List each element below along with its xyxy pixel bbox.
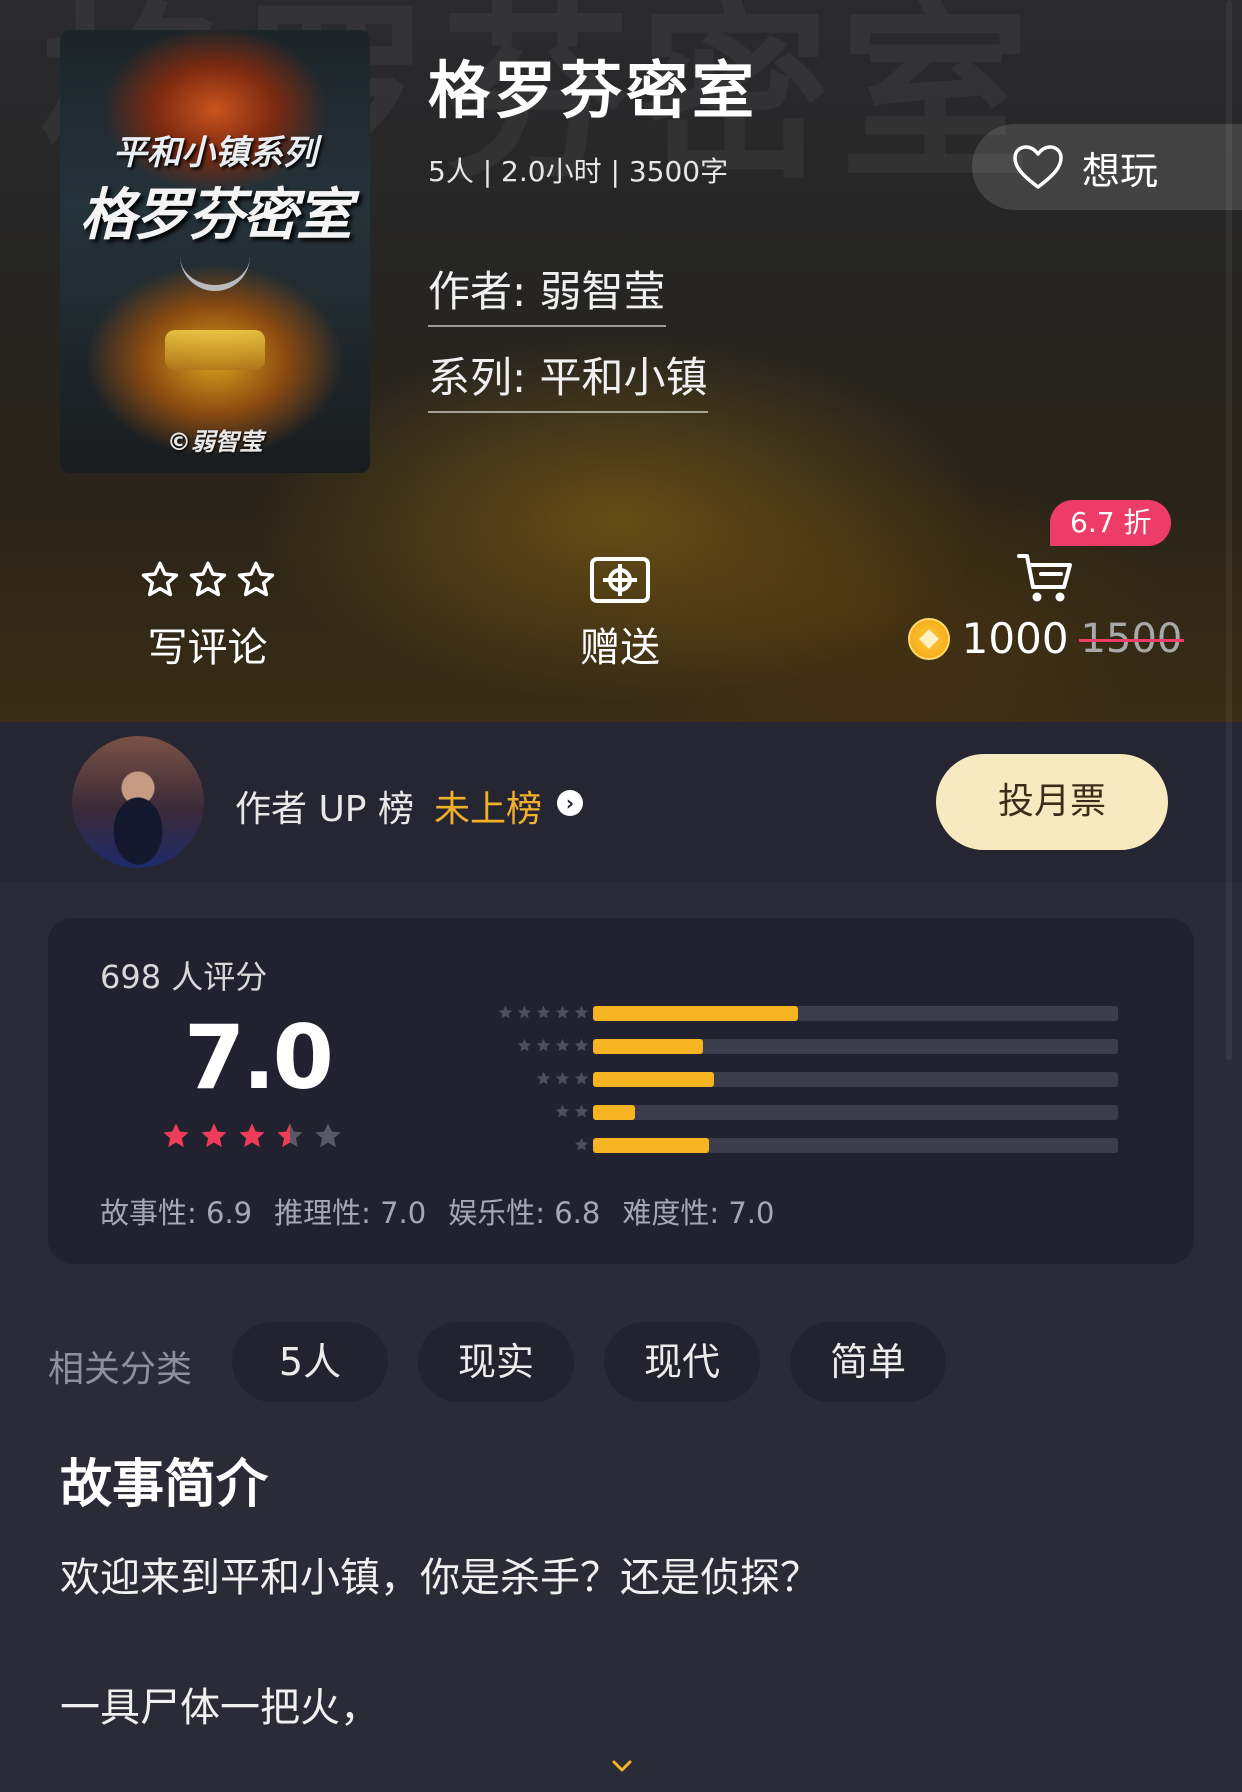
cover-emblem (180, 255, 250, 291)
rating-distribution-row (418, 1070, 1118, 1088)
gift-label: 赠送 (580, 625, 660, 671)
author-rank-status[interactable]: 未上榜 (434, 780, 542, 832)
game-meta: 5人 | 2.0小时 | 3500字 (428, 155, 729, 188)
scrollbar[interactable] (1226, 0, 1232, 1060)
distribution-bar-fill (593, 1138, 709, 1153)
story-text-line: 一具尸体一把火， (60, 1685, 380, 1731)
distribution-bar-fill (593, 1039, 704, 1054)
distribution-bar (593, 1039, 1118, 1054)
distribution-stars-icon (535, 1070, 590, 1087)
chevron-right-icon[interactable]: › (557, 790, 583, 816)
series-link[interactable]: 系列: 平和小镇 (428, 344, 708, 413)
distribution-stars-icon (516, 1037, 590, 1054)
gift-ticket-icon (590, 557, 650, 603)
rating-distribution-row (418, 1103, 1118, 1121)
rating-dimensions: 故事性: 6.9 推理性: 7.0 娱乐性: 6.8 难度性: 7.0 (100, 1190, 774, 1232)
distribution-bar-fill (593, 1006, 798, 1021)
author-avatar[interactable] (72, 736, 204, 868)
vote-monthly-ticket-button[interactable]: 投月票 (936, 754, 1168, 850)
rating-dimension: 故事性: 6.9 (100, 1196, 253, 1230)
want-to-play-label: 想玩 (1082, 148, 1159, 193)
original-price: 1500 (1078, 615, 1185, 662)
tag-chip[interactable]: 现代 (604, 1322, 760, 1402)
rating-distribution-row (418, 1004, 1118, 1022)
distribution-stars-icon (497, 1004, 590, 1021)
rating-distribution-row (418, 1136, 1118, 1154)
current-price: 1000 (961, 614, 1069, 663)
tag-chip[interactable]: 5人 (232, 1322, 388, 1402)
rating-dimension: 娱乐性: 6.8 (448, 1196, 601, 1230)
rating-dimension: 推理性: 7.0 (274, 1196, 427, 1230)
story-text-line: 欢迎来到平和小镇，你是杀手？还是侦探？ (60, 1555, 820, 1601)
rating-dimension: 难度性: 7.0 (622, 1196, 775, 1230)
game-title: 格罗芬密室 (428, 54, 759, 127)
rating-distribution-row (418, 1037, 1118, 1055)
rating-star-icon (201, 1123, 227, 1148)
distribution-bar (593, 1105, 1118, 1120)
cover-series-text: 平和小镇系列 (113, 133, 317, 173)
distribution-bar (593, 1072, 1118, 1087)
discount-badge: 6.7 折 (1050, 500, 1172, 546)
coin-icon (907, 617, 950, 660)
gift-button[interactable]: 赠送 (530, 555, 710, 673)
cart-icon (1017, 554, 1072, 602)
price-row: 1000 1500 (880, 614, 1210, 663)
cover-title-text: 格罗芬密室 (80, 182, 352, 248)
author-rank-label: 作者 UP 榜 (235, 789, 414, 830)
rating-card: 698 人评分 7.0 故事性: 6.9 推理性: 7.0 娱乐性: 6.8 难度性:… (48, 918, 1194, 1264)
cover-author-text: ©弱智莹 (167, 428, 263, 456)
rating-score: 7.0 (184, 1006, 334, 1109)
distribution-bar (593, 1138, 1118, 1153)
author-rank-bar: 作者 UP 榜 未上榜 › 投月票 (0, 722, 1242, 882)
write-review-label: 写评论 (147, 625, 268, 671)
chevron-down-icon[interactable] (610, 1754, 634, 1778)
game-cover[interactable]: 平和小镇系列 格罗芬密室 ©弱智莹 (60, 30, 370, 473)
distribution-bar (593, 1006, 1118, 1021)
want-to-play-button[interactable]: 想玩 (972, 124, 1242, 210)
rating-count: 698 人评分 (100, 958, 268, 996)
distribution-stars-icon (554, 1103, 590, 1120)
tag-chip[interactable]: 现实 (418, 1322, 574, 1402)
star-outline-icon (120, 555, 295, 605)
heart-icon (1013, 145, 1063, 189)
rating-star-icon (239, 1123, 265, 1148)
distribution-bar-fill (593, 1105, 635, 1120)
buy-button[interactable]: 1000 1500 (880, 550, 1210, 663)
write-review-button[interactable]: 写评论 (120, 555, 295, 673)
distribution-stars-icon (573, 1136, 590, 1153)
tag-chip[interactable]: 简单 (790, 1322, 946, 1402)
tags-label: 相关分类 (48, 1349, 193, 1390)
author-link[interactable]: 作者: 弱智莹 (428, 258, 666, 327)
rating-star-icon (163, 1123, 189, 1148)
rating-star-icon (277, 1123, 303, 1148)
rating-star-icon (315, 1123, 341, 1148)
game-hero: 格罗芬密室 平和小镇系列 格罗芬密室 ©弱智莹 格罗芬密室 5人 | 2.0小时… (0, 0, 1242, 722)
distribution-bar-fill (593, 1072, 714, 1087)
rating-stars (160, 1120, 344, 1152)
story-title: 故事简介 (60, 1455, 269, 1515)
cover-throne (165, 330, 265, 370)
